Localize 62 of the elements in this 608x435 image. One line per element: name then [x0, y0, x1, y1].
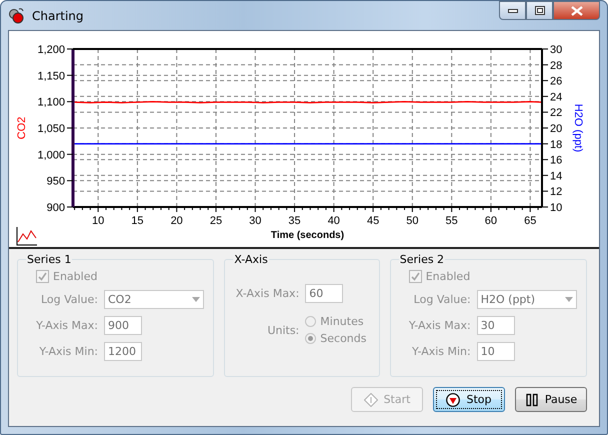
tick-label: 10	[550, 202, 562, 214]
caret-icon	[564, 297, 573, 302]
caret-icon	[192, 297, 200, 302]
tick-label: 25	[210, 215, 222, 227]
tick-label: 1,150	[37, 70, 65, 82]
group-title: X-Axis	[233, 253, 269, 266]
tick-label: 45	[366, 215, 380, 227]
stop-icon	[446, 392, 460, 406]
group-title: Series 2	[398, 253, 446, 266]
tick-label: 900	[46, 202, 65, 214]
tick-label: 950	[46, 176, 65, 188]
tick-label: 40	[328, 215, 340, 227]
field-label: Log Value:	[40, 293, 98, 306]
field-label: Y-Axis Min:	[411, 345, 471, 358]
tick-label: 15	[131, 215, 144, 227]
field-label: Y-Axis Max:	[408, 319, 471, 332]
tick-label: 1,000	[37, 149, 65, 162]
axis-title: Time (seconds)	[270, 230, 344, 241]
tick-label: 26	[550, 76, 562, 88]
tick-label: 20	[550, 123, 562, 135]
tick-label: 35	[288, 215, 301, 227]
line-chart-icon[interactable]	[16, 226, 38, 246]
check-icon	[410, 272, 420, 281]
field-label: Units:	[266, 324, 300, 336]
minimize-button[interactable]	[499, 1, 526, 20]
tick-label: 1,050	[37, 123, 65, 135]
field-label: Y-Axis Min:	[38, 345, 98, 358]
tick-label: 65	[524, 215, 536, 227]
pause-button[interactable]: Pause	[515, 387, 587, 412]
maximize-button[interactable]	[526, 1, 553, 20]
axis-title: CO2	[16, 116, 28, 140]
pause-icon	[524, 392, 539, 406]
tick-label: 50	[406, 215, 418, 227]
tick-label: 28	[550, 60, 562, 72]
tick-label: 1,200	[37, 44, 65, 56]
window-title: Charting	[32, 8, 85, 22]
diamond-icon	[364, 392, 378, 406]
tick-label: 20	[170, 215, 183, 227]
tick-label: 30	[249, 215, 262, 227]
tick-label: 24	[550, 91, 562, 104]
stop-button[interactable]: Stop	[433, 387, 505, 412]
app-icon	[8, 8, 26, 24]
tick-label: 1,100	[37, 96, 65, 109]
tick-label: 22	[550, 107, 562, 120]
tick-label: 16	[550, 154, 562, 167]
tick-label: 18	[550, 138, 562, 151]
maximize-icon	[534, 6, 544, 15]
field-label: Y-Axis Max:	[35, 319, 98, 332]
close-button[interactable]	[553, 1, 600, 20]
tick-label: 14	[550, 170, 562, 182]
tick-label: 60	[484, 215, 498, 227]
check-icon	[38, 272, 47, 281]
tick-label: 10	[92, 215, 104, 227]
field-label: Log Value:	[412, 293, 471, 306]
tick-label: 30	[550, 44, 562, 56]
field-label: X-Axis Max:	[234, 287, 300, 300]
group-title: Series 1	[26, 253, 72, 266]
close-icon	[570, 6, 582, 16]
tick-label: 12	[550, 186, 562, 198]
tick-label: 55	[446, 215, 458, 227]
minimize-icon	[508, 8, 518, 12]
axis-title: H2O (ppt)	[572, 104, 584, 152]
